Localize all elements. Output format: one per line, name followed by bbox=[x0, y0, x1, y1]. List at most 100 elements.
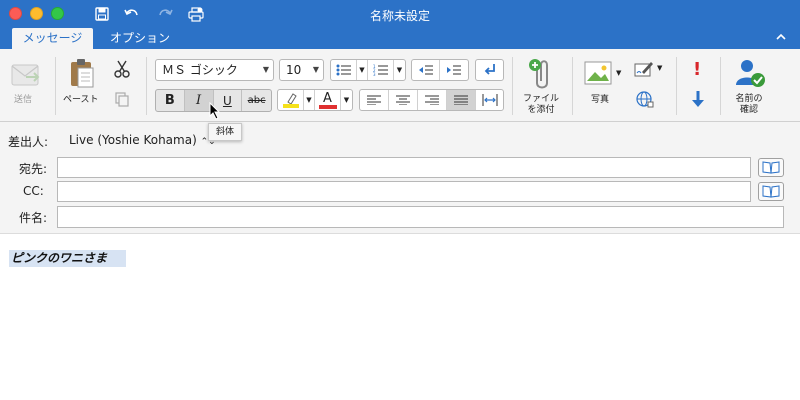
align-left-button[interactable] bbox=[360, 90, 389, 110]
send-button[interactable] bbox=[10, 61, 42, 92]
copy-icon[interactable] bbox=[114, 91, 130, 110]
rtl-button-group bbox=[475, 59, 504, 81]
cut-icon[interactable] bbox=[114, 60, 130, 81]
bullet-list-button[interactable] bbox=[331, 60, 357, 80]
from-label: 差出人: bbox=[8, 135, 49, 149]
list-button-group: ▼ 123 ▼ bbox=[330, 59, 406, 81]
align-center-button[interactable] bbox=[389, 90, 418, 110]
justify-button[interactable] bbox=[447, 90, 476, 110]
send-icon bbox=[11, 64, 40, 86]
to-label: 宛先: bbox=[19, 162, 48, 176]
check-names-label-line1: 名前の bbox=[735, 94, 763, 104]
title-bar: 名称未設定 bbox=[0, 0, 800, 28]
from-account-select[interactable]: Live (Yoshie Kohama) ⌃⌄ bbox=[69, 133, 216, 147]
color-button-group: ▼ A ▼ bbox=[277, 89, 353, 111]
signature-dropdown[interactable]: ▼ bbox=[657, 64, 662, 72]
ribbon-separator bbox=[720, 57, 721, 115]
numbered-list-icon: 123 bbox=[373, 64, 388, 76]
indent-icon bbox=[447, 65, 461, 75]
numbered-list-dropdown[interactable]: ▼ bbox=[394, 60, 405, 80]
highlight-button[interactable] bbox=[278, 90, 304, 110]
distributed-align-button[interactable] bbox=[476, 90, 503, 110]
tab-message[interactable]: メッセージ bbox=[12, 28, 93, 49]
signature-pen-icon bbox=[634, 62, 653, 77]
paste-button[interactable] bbox=[68, 57, 96, 92]
window-title: 名称未設定 bbox=[369, 9, 430, 23]
increase-indent-button[interactable] bbox=[440, 60, 468, 80]
globe-link-icon bbox=[636, 91, 654, 108]
cc-label: CC: bbox=[23, 184, 44, 198]
to-input[interactable] bbox=[57, 157, 751, 178]
decrease-indent-button[interactable] bbox=[412, 60, 440, 80]
send-label: 送信 bbox=[14, 95, 33, 105]
italic-tooltip: 斜体 bbox=[208, 123, 242, 141]
highlight-dropdown[interactable]: ▼ bbox=[304, 90, 315, 110]
font-name-select[interactable]: ＭＳ ゴシック ▼ bbox=[155, 59, 274, 81]
font-color-letter: A bbox=[323, 90, 332, 106]
check-names-label: 名前の 確認 bbox=[727, 94, 771, 116]
ribbon-separator bbox=[512, 57, 513, 115]
hyperlink-button[interactable] bbox=[635, 90, 655, 111]
svg-text:3: 3 bbox=[373, 72, 376, 76]
numbered-list-button[interactable]: 123 bbox=[368, 60, 394, 80]
chevron-down-icon: ▼ bbox=[262, 65, 269, 74]
align-right-icon bbox=[425, 95, 439, 105]
font-name-value: ＭＳ ゴシック bbox=[162, 63, 238, 77]
tab-options[interactable]: オプション bbox=[100, 28, 180, 49]
font-color-dropdown[interactable]: ▼ bbox=[341, 90, 352, 110]
bold-button[interactable]: B bbox=[156, 90, 185, 111]
cc-address-book-button[interactable] bbox=[758, 182, 784, 201]
collapse-ribbon-icon[interactable] bbox=[776, 30, 786, 44]
font-color-swatch bbox=[318, 104, 337, 109]
check-names-button[interactable] bbox=[734, 57, 766, 92]
attach-file-label-line1: ファイル bbox=[522, 94, 559, 104]
attach-file-button[interactable] bbox=[527, 57, 557, 94]
align-left-icon bbox=[367, 95, 381, 105]
high-importance-icon[interactable]: ! bbox=[693, 59, 701, 80]
mouse-cursor-icon bbox=[209, 101, 221, 123]
font-size-select[interactable]: 10 ▼ bbox=[279, 59, 324, 81]
message-body-text[interactable]: ピンクのワニさま bbox=[9, 250, 126, 267]
paste-label: ペースト bbox=[63, 95, 99, 105]
arrow-down-icon bbox=[692, 91, 704, 107]
picture-icon bbox=[584, 61, 612, 85]
bullet-list-icon bbox=[336, 64, 351, 76]
photo-label: 写真 bbox=[591, 95, 610, 105]
ribbon-tab-row: メッセージ オプション bbox=[0, 28, 800, 49]
alignment-button-group bbox=[359, 89, 504, 111]
subject-input[interactable] bbox=[57, 206, 784, 228]
strikethrough-button[interactable]: abc bbox=[242, 90, 271, 111]
return-arrow-icon bbox=[484, 64, 495, 75]
paperclip-icon bbox=[529, 59, 548, 89]
check-names-label-line2: 確認 bbox=[739, 105, 758, 115]
ribbon-separator bbox=[146, 57, 147, 115]
to-address-book-button[interactable] bbox=[758, 158, 784, 177]
clipboard-icon bbox=[71, 59, 94, 88]
font-color-button[interactable]: A bbox=[315, 90, 341, 110]
ribbon: 送信 ペースト ＭＳ ゴシック ▼ 10 ▼ ▼ 123 ▼ B I U abc… bbox=[0, 49, 800, 122]
align-right-button[interactable] bbox=[418, 90, 447, 110]
photo-dropdown[interactable]: ▼ bbox=[616, 69, 621, 77]
low-importance-button[interactable] bbox=[691, 90, 705, 111]
person-check-icon bbox=[736, 60, 765, 87]
message-body-editor[interactable]: ピンクのワニさま bbox=[0, 235, 800, 400]
from-account-value: Live (Yoshie Kohama) bbox=[69, 133, 197, 147]
indent-button-group bbox=[411, 59, 469, 81]
bullet-list-dropdown[interactable]: ▼ bbox=[357, 60, 368, 80]
highlighter-icon bbox=[282, 93, 299, 108]
ribbon-separator bbox=[572, 57, 573, 115]
address-book-icon bbox=[762, 185, 780, 198]
cc-input[interactable] bbox=[57, 181, 751, 202]
distribute-icon bbox=[482, 94, 497, 106]
text-direction-button[interactable] bbox=[476, 60, 503, 80]
attach-file-label-line2: を添付 bbox=[527, 105, 555, 115]
address-book-icon bbox=[762, 161, 780, 174]
ribbon-separator bbox=[676, 57, 677, 115]
signature-button[interactable] bbox=[634, 60, 654, 81]
outdent-icon bbox=[418, 65, 433, 75]
subject-label: 件名: bbox=[19, 211, 48, 225]
align-center-icon bbox=[396, 95, 410, 105]
message-header-fields: 差出人: Live (Yoshie Kohama) ⌃⌄ 宛先: CC: 件名: bbox=[0, 122, 800, 234]
photo-button[interactable] bbox=[584, 61, 612, 88]
font-size-value: 10 bbox=[286, 63, 302, 77]
